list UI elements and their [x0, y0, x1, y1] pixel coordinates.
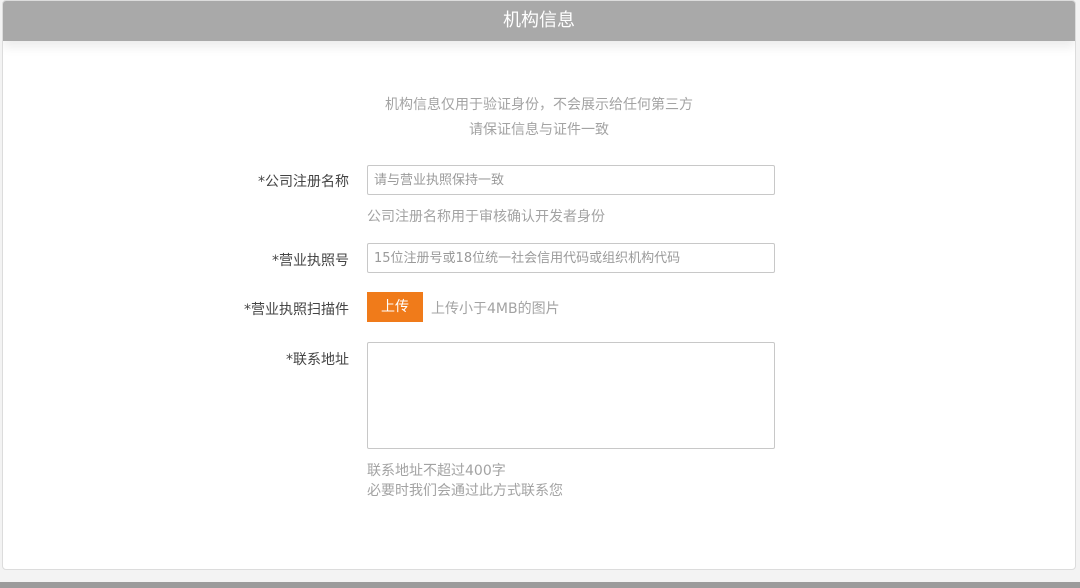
- bottom-bar: [0, 582, 1080, 588]
- org-info-panel: 机构信息 机构信息仅用于验证身份，不会展示给任何第三方 请保证信息与证件一致 *…: [2, 0, 1076, 570]
- license-scan-label: *营业执照扫描件: [244, 302, 349, 318]
- company-name-label: *公司注册名称: [258, 174, 349, 190]
- license-number-label: *营业执照号: [272, 253, 349, 269]
- company-name-hint: 公司注册名称用于审核确认开发者身份: [367, 209, 605, 225]
- address-contact-hint: 必要时我们会通过此方式联系您: [367, 483, 563, 499]
- contact-address-label: *联系地址: [286, 352, 349, 368]
- panel-title: 机构信息: [3, 1, 1075, 41]
- upload-button[interactable]: 上传: [367, 292, 423, 322]
- privacy-notice: 机构信息仅用于验证身份，不会展示给任何第三方: [385, 97, 693, 113]
- company-name-input[interactable]: [367, 165, 775, 195]
- consistency-notice: 请保证信息与证件一致: [469, 122, 609, 138]
- upload-hint: 上传小于4MB的图片: [431, 301, 560, 317]
- contact-address-textarea[interactable]: [367, 342, 775, 449]
- license-number-input[interactable]: [367, 243, 775, 273]
- page: 机构信息 机构信息仅用于验证身份，不会展示给任何第三方 请保证信息与证件一致 *…: [0, 0, 1080, 588]
- address-length-hint: 联系地址不超过400字: [367, 463, 506, 479]
